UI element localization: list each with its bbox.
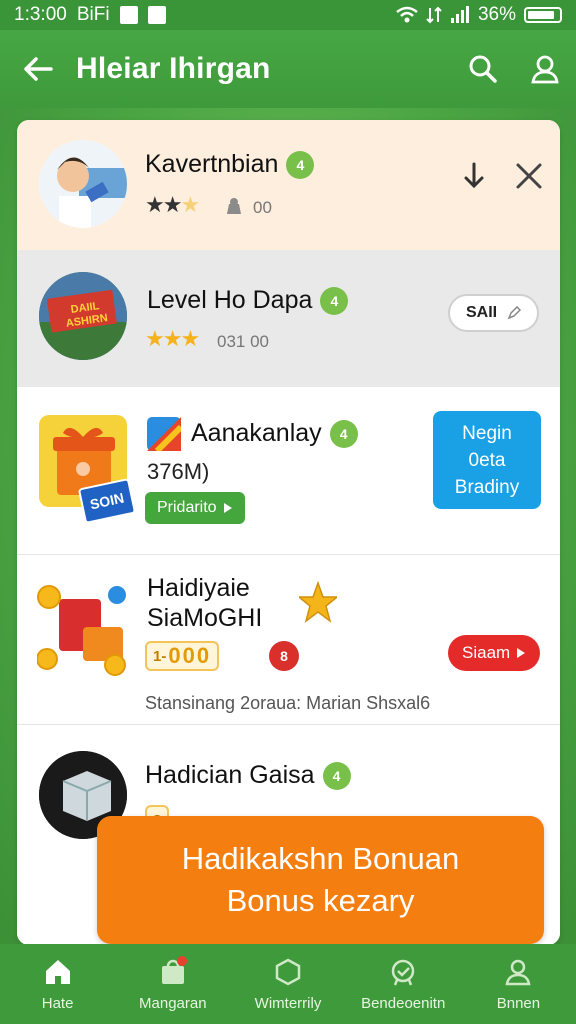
verified-badge-icon: 4	[286, 151, 315, 180]
chevron-right-icon	[517, 648, 526, 658]
sail-label: SAII	[466, 304, 498, 321]
priority-label: Pridarito	[157, 499, 217, 516]
promo-line-2: Bonus kezary	[226, 883, 415, 918]
nav-label: Hate	[41, 994, 74, 1012]
nav-item-hexagon[interactable]: Wimterrily	[230, 944, 345, 1024]
status-time: 1:3:00	[14, 4, 67, 25]
search-button[interactable]	[452, 30, 514, 108]
list-item[interactable]: Kavertnbian 4 ★★★ 00	[17, 120, 560, 250]
star-rating: ★★★	[145, 192, 200, 217]
item-name: Haidiyaie	[147, 574, 250, 602]
verified-badge-icon: 4	[322, 762, 351, 791]
item-name: Hadician Gaisa	[145, 761, 315, 789]
notification-icon-2	[147, 6, 166, 24]
promo-line-1: Hadikakshn Bonuan	[181, 841, 460, 876]
item-meta: 00	[253, 198, 272, 217]
hexagon-icon	[275, 958, 301, 985]
bottom-nav: Hate Mangaran Wimterrily Bendeoenitn Bnn…	[0, 944, 576, 1024]
item-footer: Stansinang 2oraua: Marian Shsxal6	[145, 693, 431, 713]
open-label-2: 0eta	[468, 449, 506, 471]
item-name-2: SiaMoGHI	[147, 604, 263, 632]
badge-check-icon	[391, 959, 415, 985]
battery-icon	[524, 7, 562, 23]
pencil-icon	[507, 306, 522, 320]
nav-label: Wimterrily	[254, 994, 322, 1012]
priority-tag[interactable]: Pridarito	[145, 492, 245, 524]
bonus-promo-banner[interactable]: Hadikakshn Bonuan Bonus kezary	[97, 816, 544, 944]
item-meta: 031 00	[217, 332, 269, 351]
list-item[interactable]: DAIIL ASHIRN Level Ho Dapa 4 ★★★ 031 00 S…	[17, 250, 560, 387]
nav-item-profile[interactable]: Bnnen	[461, 944, 576, 1024]
download-count-icon	[227, 198, 241, 214]
page-title: Hleiar Ihirgan	[76, 52, 271, 85]
coins-thumbnail	[36, 581, 129, 677]
item-name: Aanakanlay	[191, 419, 322, 447]
sail-button[interactable]: SAII	[448, 294, 540, 332]
list-item[interactable]: Haidiyaie SiaMoGHI 1- 000 8 Siaam Stansi…	[17, 555, 560, 725]
nav-item-badge[interactable]: Bendeoenitn	[346, 944, 461, 1024]
nav-label: Bnnen	[496, 994, 541, 1012]
item-name: Kavertnbian	[145, 150, 279, 178]
data-icon	[426, 6, 442, 24]
profile-icon	[505, 959, 531, 985]
notification-icon	[119, 6, 138, 24]
item-size: 376M)	[147, 459, 210, 484]
arrow-left-icon	[24, 57, 53, 81]
coin-value: 000	[168, 643, 212, 668]
star-rating: ★★★	[145, 326, 200, 351]
signal-icon	[450, 6, 469, 23]
avatar	[39, 140, 127, 228]
open-label-1: Negin	[462, 422, 512, 444]
close-icon[interactable]	[515, 162, 543, 190]
item-name: Level Ho Dapa	[147, 286, 313, 314]
coin-prefix: 1-	[153, 647, 167, 665]
profile-button[interactable]	[514, 30, 576, 108]
play-icon	[223, 503, 232, 513]
back-button[interactable]	[0, 30, 76, 108]
status-carrier: BiFi	[76, 4, 110, 25]
wifi-icon	[396, 6, 418, 23]
coin-counter: 1- 000	[145, 641, 220, 671]
list-item[interactable]: SOIN Aanakanlay 4 376M) Negin 0eta Bradin…	[17, 387, 560, 645]
app-bar: Hleiar Ihirgan	[0, 30, 576, 108]
verified-badge-icon: 4	[329, 420, 358, 449]
user-icon	[531, 55, 559, 84]
nav-item-store[interactable]: Mangaran	[115, 944, 230, 1024]
open-label-3: Bradiny	[454, 476, 520, 498]
coin-badge: 8	[269, 641, 299, 671]
download-icon[interactable]	[461, 160, 487, 190]
nav-item-home[interactable]: Hate	[0, 944, 115, 1024]
nav-label: Mangaran	[139, 994, 207, 1012]
stream-label: Siaam	[462, 643, 511, 662]
stream-button[interactable]: Siaam	[448, 635, 541, 671]
app-logo-icon	[147, 417, 181, 451]
verified-badge-icon: 4	[320, 287, 349, 316]
battery-percent: 36%	[477, 4, 516, 25]
star-trophy-icon	[299, 581, 337, 623]
home-icon	[45, 959, 70, 984]
open-button[interactable]: Negin 0eta Bradiny	[433, 411, 541, 509]
status-bar: 1:3:00 BiFi 36%	[0, 0, 576, 30]
nav-label: Bendeoenitn	[361, 994, 446, 1012]
search-icon	[469, 55, 497, 83]
